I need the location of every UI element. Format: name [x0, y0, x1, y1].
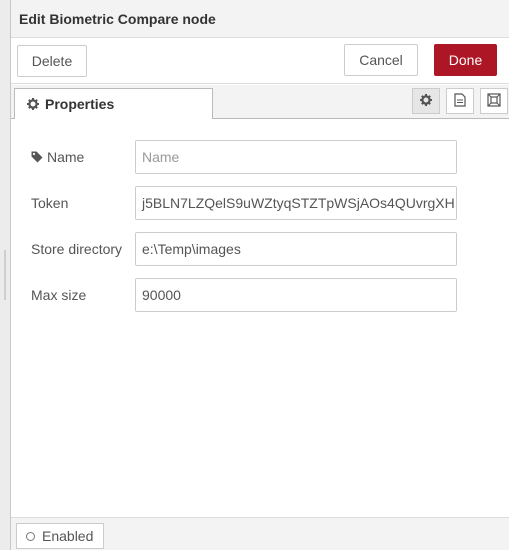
- dialog-toolbar: Delete Cancel Done: [11, 38, 509, 84]
- store-directory-input[interactable]: e:\Temp\images: [135, 232, 457, 266]
- cancel-button[interactable]: Cancel: [344, 44, 418, 76]
- done-button[interactable]: Done: [434, 44, 497, 76]
- tab-bar: Properties: [11, 85, 509, 119]
- properties-form: Name Name Token j5BLN7LZQelS9uWZtyqSTZTp…: [11, 119, 509, 517]
- resize-grip[interactable]: [4, 250, 6, 300]
- tab-properties-label: Properties: [45, 96, 115, 112]
- document-icon: [454, 92, 466, 110]
- description-tab-button[interactable]: [446, 88, 474, 114]
- max-size-label: Max size: [31, 287, 87, 303]
- form-row-max-size: Max size 90000: [11, 278, 509, 312]
- delete-button[interactable]: Delete: [17, 45, 87, 77]
- properties-tab-icon-button[interactable]: [412, 88, 440, 114]
- dialog-title: Edit Biometric Compare node: [19, 11, 216, 27]
- form-row-token: Token j5BLN7LZQelS9uWZtyqSTZTpWSjAOs4QUv…: [11, 186, 509, 220]
- max-size-input[interactable]: 90000: [135, 278, 457, 312]
- token-input[interactable]: j5BLN7LZQelS9uWZtyqSTZTpWSjAOs4QUvrgXH: [135, 186, 457, 220]
- tab-properties[interactable]: Properties: [14, 88, 213, 119]
- toggle-circle-icon: [26, 531, 35, 541]
- dialog-footer: Enabled: [11, 517, 509, 550]
- dialog-header: Edit Biometric Compare node: [11, 0, 509, 38]
- frame-icon: [487, 92, 501, 110]
- tag-icon: [31, 151, 43, 163]
- store-directory-label: Store directory: [31, 241, 123, 257]
- token-label: Token: [31, 195, 69, 211]
- appearance-tab-button[interactable]: [480, 88, 508, 114]
- edit-dialog: Edit Biometric Compare node Delete Cance…: [10, 0, 509, 550]
- gear-icon: [27, 98, 39, 110]
- form-row-name: Name Name: [11, 140, 509, 174]
- left-panel-edge: [0, 0, 10, 550]
- form-row-store-directory: Store directory e:\Temp\images: [11, 232, 509, 266]
- enabled-label: Enabled: [42, 528, 94, 544]
- name-label: Name: [31, 149, 84, 165]
- gear-icon: [420, 93, 432, 109]
- name-label-text: Name: [47, 149, 85, 165]
- name-input[interactable]: Name: [135, 140, 457, 174]
- enabled-toggle[interactable]: Enabled: [16, 523, 104, 549]
